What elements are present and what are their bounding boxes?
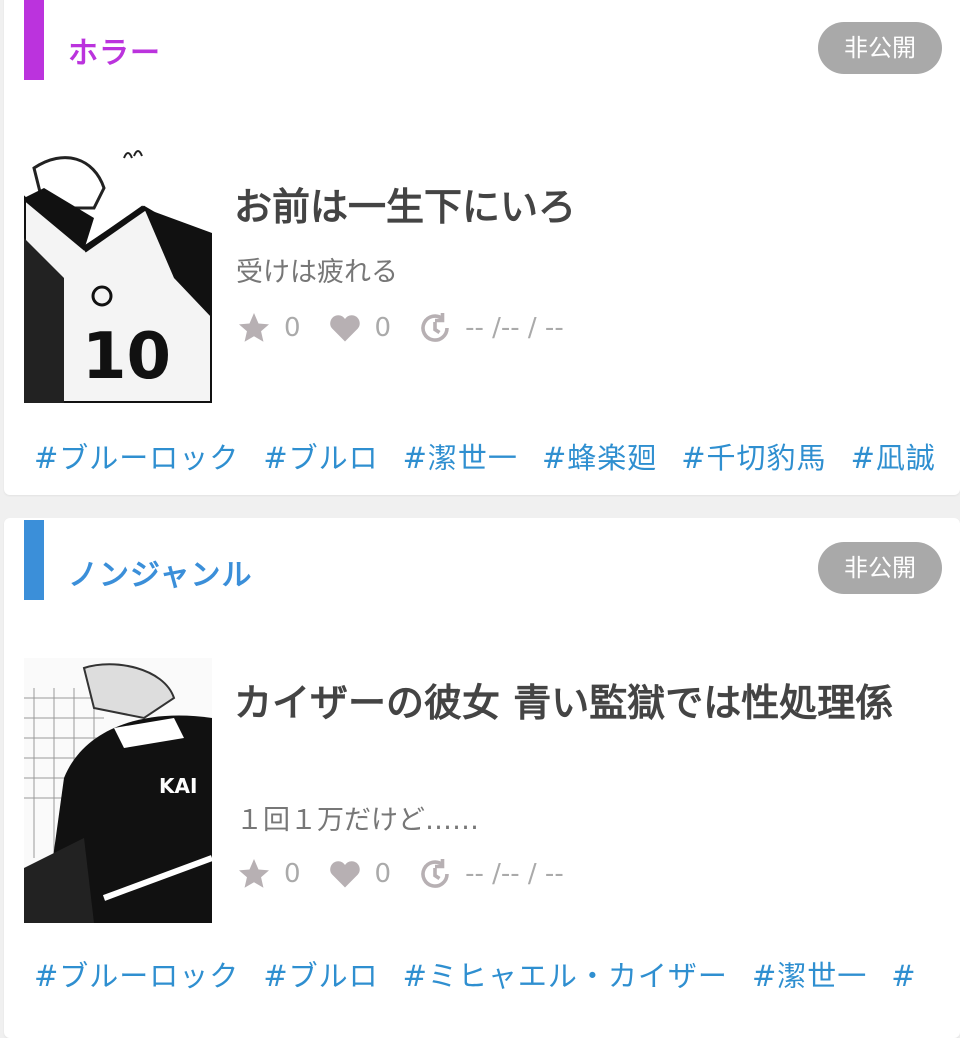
- tag-link[interactable]: #ブルロ: [263, 953, 378, 995]
- updated-date: -- /-- / --: [465, 859, 564, 889]
- work-card[interactable]: ホラー 非公開 10 お前は一生下にいろ 受けは疲れる 0 0 -- /-- /…: [4, 0, 960, 495]
- tag-link[interactable]: #ブルーロック: [34, 953, 239, 995]
- tag-link[interactable]: #ブルーロック: [34, 435, 239, 477]
- heart-icon: [329, 861, 360, 888]
- tag-link[interactable]: #: [891, 959, 916, 993]
- work-title[interactable]: お前は一生下にいろ: [234, 180, 940, 234]
- work-thumbnail[interactable]: KAI: [24, 658, 212, 923]
- star-icon: [239, 313, 269, 342]
- tag-list: #ブルーロック #ブルロ #潔世一 #蜂楽廻 #千切豹馬 #凪誠: [34, 435, 960, 477]
- tag-list: #ブルーロック #ブルロ #ミヒャエル・カイザー #潔世一 #: [34, 953, 960, 995]
- genre-label[interactable]: ノンジャンル: [68, 550, 253, 594]
- thumbnail-illustration: KAI: [24, 658, 212, 923]
- visibility-badge: 非公開: [818, 22, 942, 74]
- like-count: 0: [374, 859, 392, 889]
- thumbnail-illustration: 10: [24, 138, 212, 403]
- star-count: 0: [284, 859, 301, 889]
- work-thumbnail[interactable]: 10: [24, 138, 212, 403]
- heart-icon: [329, 315, 360, 342]
- tag-link[interactable]: #潔世一: [752, 953, 867, 995]
- history-clock-icon: [421, 859, 449, 888]
- tag-link[interactable]: #潔世一: [403, 435, 518, 477]
- tag-link[interactable]: #千切豹馬: [681, 435, 826, 477]
- tag-link[interactable]: #ブルロ: [263, 435, 378, 477]
- svg-text:KAI: KAI: [159, 774, 197, 798]
- genre-accent-bar: [24, 520, 44, 600]
- work-stats: 0 0 -- /-- / --: [236, 854, 590, 894]
- genre-accent-bar: [24, 0, 44, 80]
- work-title[interactable]: カイザーの彼女 青い監獄では性処理係: [234, 676, 940, 730]
- svg-text:10: 10: [82, 320, 171, 394]
- tag-link[interactable]: #ミヒャエル・カイザー: [403, 953, 728, 995]
- updated-date: -- /-- / --: [465, 313, 564, 343]
- star-icon: [239, 859, 269, 888]
- work-subtitle: 受けは疲れる: [236, 257, 398, 288]
- work-card[interactable]: ノンジャンル 非公開 KAI カイザーの彼女 青い監獄では性処理係 １回１万だけ…: [4, 518, 960, 1038]
- history-clock-icon: [421, 313, 449, 342]
- tag-link[interactable]: #凪誠: [851, 435, 936, 477]
- tag-link[interactable]: #蜂楽廻: [542, 435, 657, 477]
- work-subtitle: １回１万だけど……: [236, 805, 479, 836]
- genre-label[interactable]: ホラー: [68, 28, 161, 72]
- star-count: 0: [284, 313, 301, 343]
- visibility-badge: 非公開: [818, 542, 942, 594]
- work-stats: 0 0 -- /-- / --: [236, 308, 590, 348]
- like-count: 0: [374, 313, 392, 343]
